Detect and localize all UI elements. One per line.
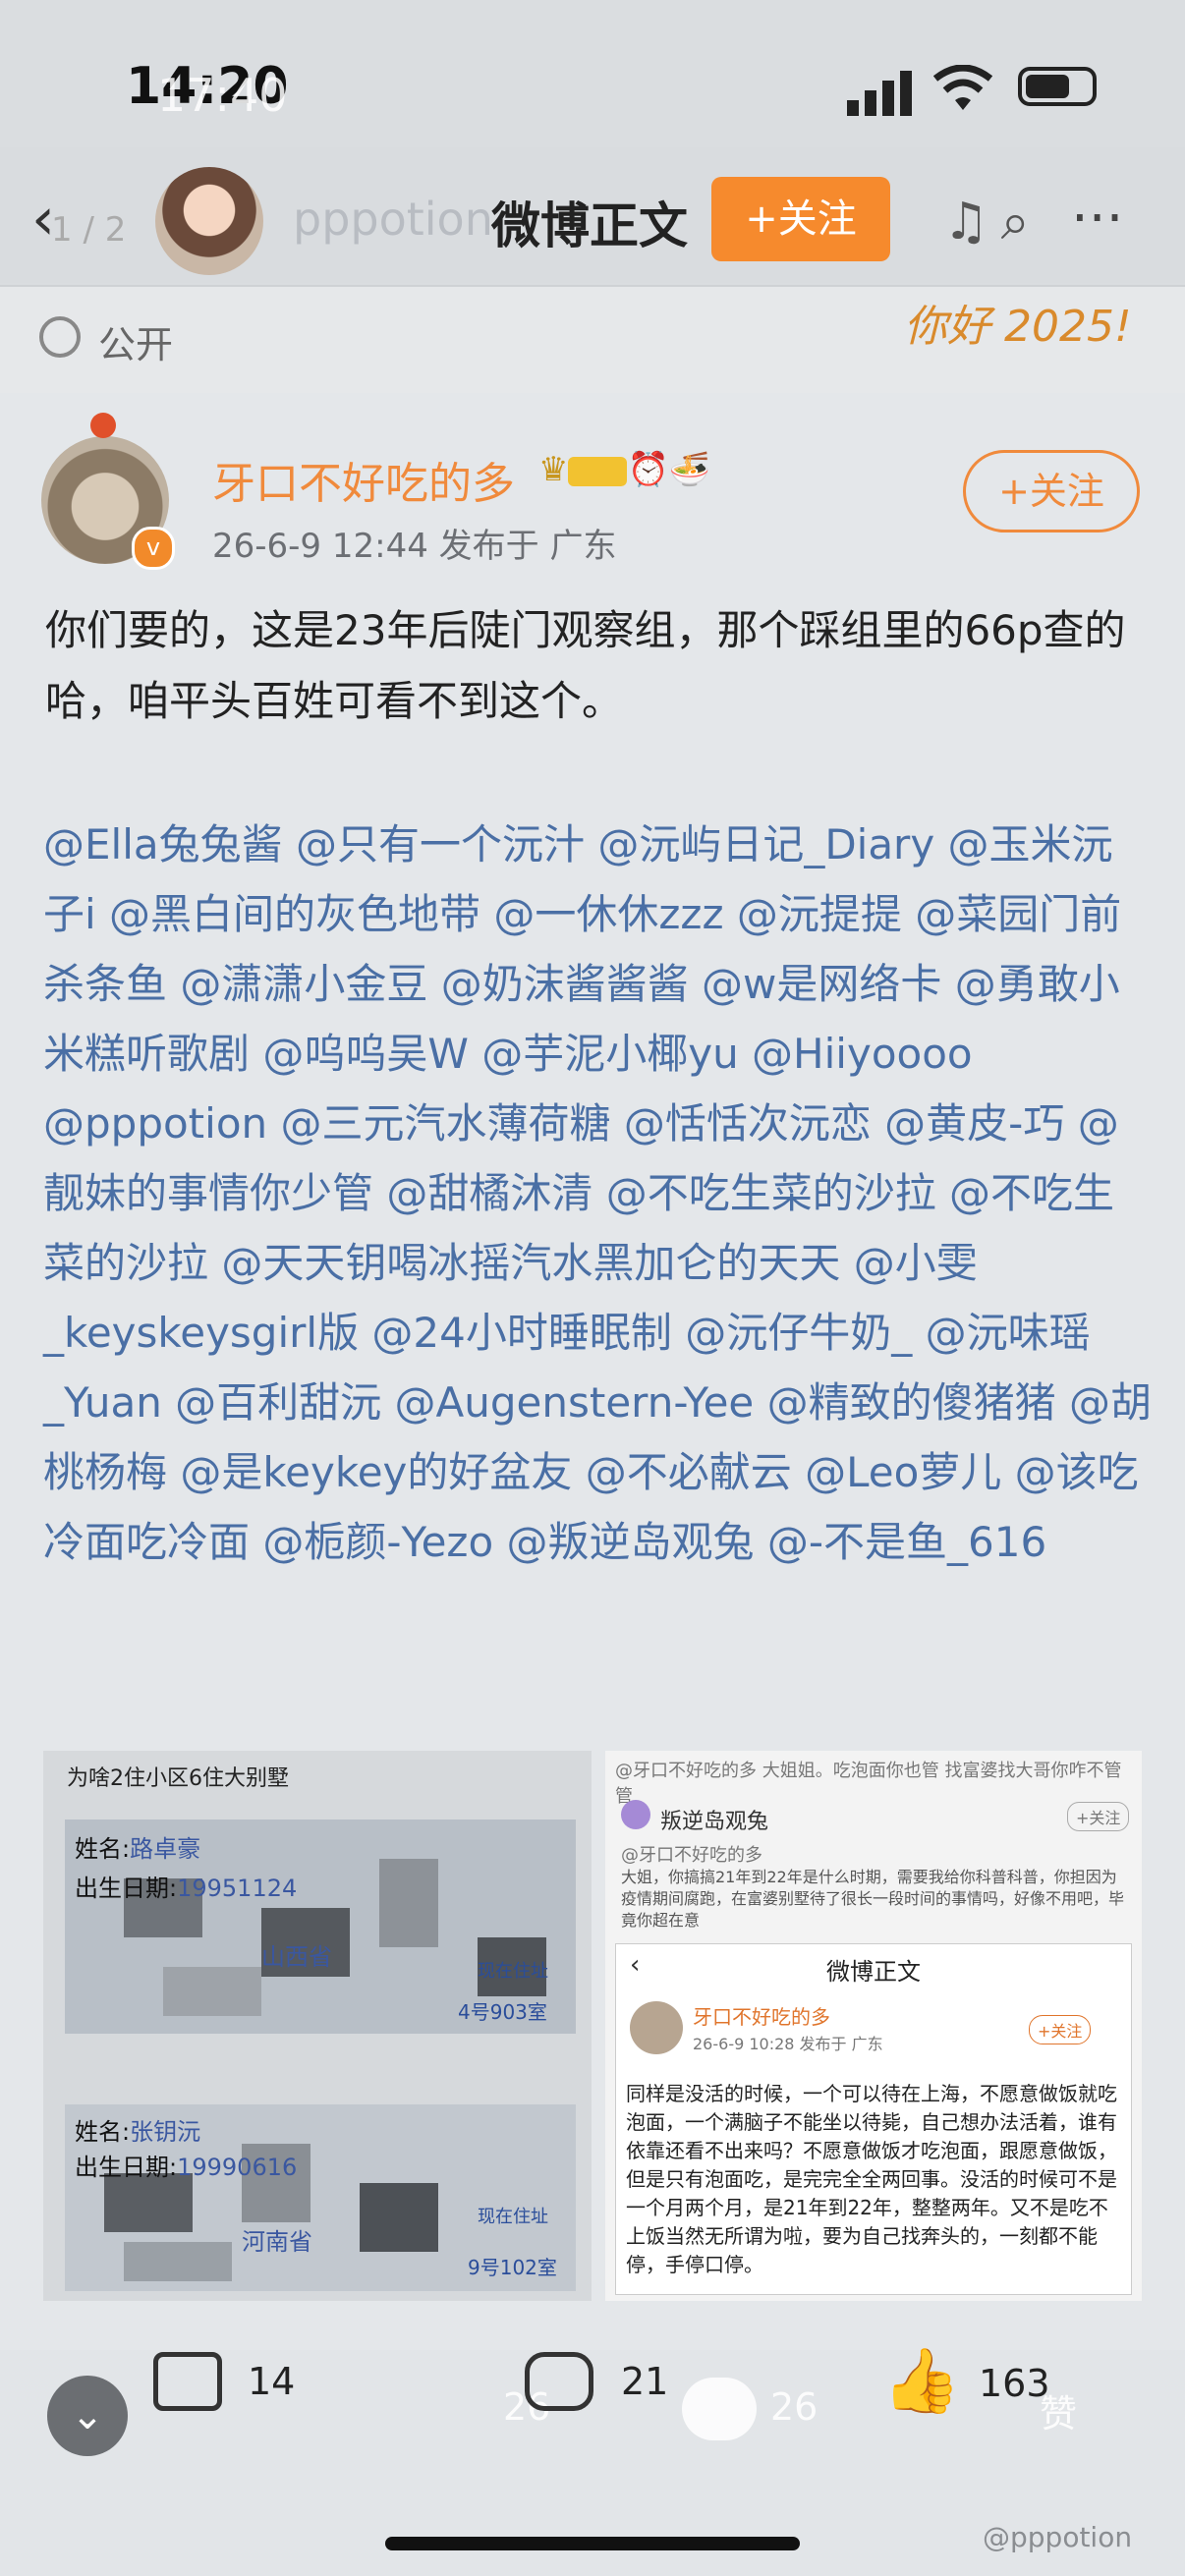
battery-icon: [1018, 67, 1097, 106]
card1-name-label: 姓名:: [75, 1835, 131, 1863]
wifi-icon: [933, 65, 992, 110]
ghost-comment-count: 26: [770, 2385, 818, 2429]
id-card-1: 姓名:路卓豪 出生日期:19951124 山西省 现在住址 4号903室: [65, 1820, 576, 2034]
image-pager: 1 / 2: [51, 210, 127, 250]
headphone-icon[interactable]: ♫: [943, 193, 1001, 252]
commenter-name: 叛逆岛观兔: [660, 1810, 769, 1834]
user-badges: ♛ ⏰🍜: [538, 450, 710, 489]
home-indicator: [385, 2537, 800, 2550]
share-icon[interactable]: [153, 2352, 222, 2411]
card1-room: 4号903室: [458, 2000, 547, 2024]
author-name[interactable]: 牙口不好吃的多: [212, 448, 515, 511]
embedded-back-icon: ‹: [630, 1950, 641, 1980]
card2-province: 河南省: [242, 2228, 312, 2256]
chevron-down-icon[interactable]: ⌄: [47, 2376, 128, 2456]
post-meta: 26-6-9 12:44 发布于 广东: [212, 527, 617, 566]
card1-province: 山西省: [261, 1943, 332, 1971]
more-icon[interactable]: ···: [1071, 187, 1123, 251]
image2-top-line: @牙口不好吃的多 大姐姐。吃泡面你也管 找富婆找大哥你咋不管管: [615, 1761, 1122, 1807]
author-follow-button[interactable]: +关注: [963, 450, 1140, 532]
signal-icon: [847, 71, 912, 116]
ghost-comment-icon: [682, 2378, 757, 2440]
comment-icon[interactable]: [525, 2352, 593, 2411]
embedded-avatar: [630, 2001, 683, 2054]
embedded-author: 牙口不好吃的多: [693, 2005, 830, 2029]
card2-name-label: 姓名:: [75, 2118, 131, 2146]
visibility-label: 公开: [98, 323, 174, 366]
post-image-1[interactable]: 为啥2住小区6住大别墅 姓名:路卓豪 出生日期:19951124 山西省 现在住…: [43, 1751, 592, 2301]
card2-room: 9号102室: [468, 2256, 557, 2279]
card1-dob-value: 19951124: [177, 1875, 298, 1902]
globe-icon: [39, 316, 81, 358]
header-username[interactable]: pppotion: [293, 193, 493, 246]
bowl-badge-icon: 🍜: [668, 450, 711, 489]
image1-caption: 为啥2住小区6住大别墅: [67, 1766, 289, 1791]
listen-and-search-icons[interactable]: ♫⌕: [943, 193, 1042, 252]
embedded-text: 同样是没活的时候，一个可以待在上海，不愿意做饭就吃泡面，一个满脑子不能坐以待毙，…: [626, 2082, 1117, 2276]
ghost-like-label: 赞: [1040, 2392, 1078, 2436]
level-badge-icon: [568, 456, 628, 486]
crown-badge-icon: ♛: [538, 450, 569, 489]
card2-address-label: 现在住址: [478, 2207, 548, 2227]
header-avatar[interactable]: [155, 167, 263, 275]
clock-badge-icon: ⏰: [627, 450, 669, 489]
thumbs-up-icon[interactable]: 👍: [882, 2344, 961, 2418]
comment-reply-text: 大姐，你搞搞21年到22年是什么时期，需要我给你科普科普，你担因为疫情期间腐跑，…: [621, 1868, 1125, 1930]
comment-count: 21: [621, 2360, 669, 2403]
card1-name-value: 路卓豪: [130, 1835, 201, 1863]
card2-name-value: 张钥沅: [130, 2118, 201, 2146]
post-text: 你们要的，这是23年后陡门观察组，那个踩组里的66p查的哈，咱平头百姓可看不到这…: [45, 606, 1126, 725]
card2-dob-label: 出生日期:: [75, 2154, 178, 2181]
post-mentions[interactable]: @Ella兔兔酱 @只有一个沅汁 @沅屿日记_Diary @玉米沅子i @黑白间…: [43, 810, 1154, 1577]
comment-reply-to: @牙口不好吃的多: [621, 1845, 762, 1866]
card2-dob-value: 19990616: [177, 2154, 298, 2181]
new-year-sticker: 你好 2025!: [904, 302, 1132, 352]
page-title: 微博正文: [491, 197, 688, 254]
verified-badge-icon: v: [132, 527, 175, 570]
embedded-follow: +关注: [1029, 2015, 1092, 2044]
post-image-2[interactable]: @牙口不好吃的多 大姐姐。吃泡面你也管 找富婆找大哥你咋不管管 叛逆岛观兔 +关…: [605, 1751, 1142, 2301]
comment-follow-button: +关注: [1067, 1802, 1130, 1831]
search-icon[interactable]: ⌕: [1001, 193, 1042, 252]
header-follow-button[interactable]: +关注: [711, 177, 890, 261]
watermark: @pppotion: [983, 2521, 1133, 2553]
status-time-overlay: 17:40: [157, 69, 288, 122]
commenter-avatar: [621, 1800, 650, 1829]
id-card-2: 姓名:张钥沅 出生日期:19990616 河南省 现在住址 9号102室: [65, 2104, 576, 2291]
card1-address-label: 现在住址: [478, 1961, 548, 1982]
embedded-title: 微博正文: [826, 1958, 921, 1986]
embedded-meta: 26-6-9 10:28 发布于 广东: [693, 2035, 883, 2053]
embedded-screenshot: 微博正文 ‹ 牙口不好吃的多 26-6-9 10:28 发布于 广东 +关注 同…: [615, 1943, 1132, 2295]
share-count: 14: [248, 2360, 296, 2403]
apple-decoration-icon: [90, 413, 116, 438]
card1-dob-label: 出生日期:: [75, 1875, 178, 1902]
